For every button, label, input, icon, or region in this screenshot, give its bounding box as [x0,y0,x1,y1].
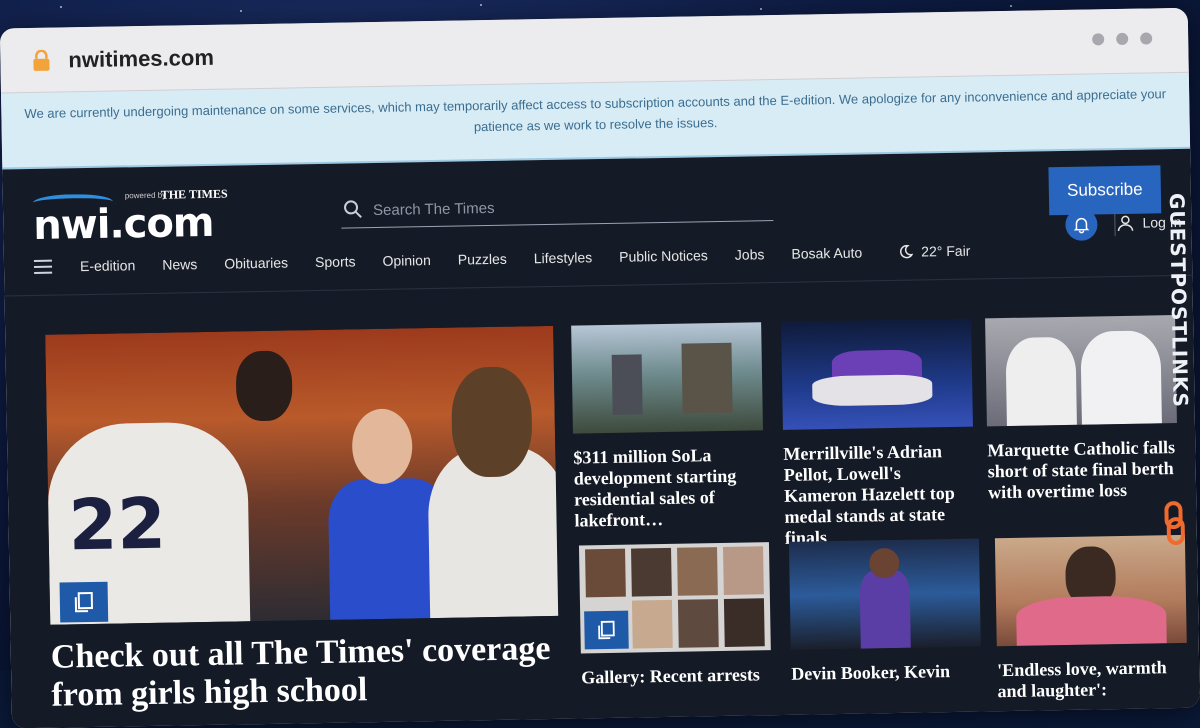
times-logo-text: THE TIMES [160,186,228,202]
nav-item-sports[interactable]: Sports [315,253,356,270]
story-image [788,538,981,650]
watermark-text: GUESTPOSTLINKS [1164,192,1193,409]
moon-icon [900,244,914,259]
story-headline[interactable]: Merrillville's Adrian Pellot, Lowell's K… [783,441,975,549]
building-shape [681,342,733,414]
nav-item-bosak-auto[interactable]: Bosak Auto [791,245,862,262]
hero-image[interactable]: 22 [45,325,559,625]
story-image [571,322,763,434]
nav-item-lifestyles[interactable]: Lifestyles [534,249,593,266]
story-headline[interactable]: $311 million SoLa development starting r… [573,444,764,531]
search-icon [344,200,362,218]
gallery-icon [74,591,94,613]
nav-item-puzzles[interactable]: Puzzles [458,251,507,268]
nav-item-e-edition[interactable]: E-edition [80,257,136,274]
lock-icon [33,49,50,71]
weather-text: 22° Fair [921,242,971,260]
weather-widget[interactable]: 22° Fair [899,242,971,260]
story-card[interactable]: Devin Booker, Kevin [788,538,981,685]
jersey-number-graphic: 22 [67,482,167,567]
bell-icon [1073,217,1090,234]
search-input[interactable] [370,190,756,224]
nav-item-jobs[interactable]: Jobs [735,246,765,263]
player-hair-shape [450,366,533,478]
player-shape [859,569,911,649]
link-icon [1164,501,1185,546]
story-card[interactable]: Merrillville's Adrian Pellot, Lowell's K… [781,318,975,549]
story-headline[interactable]: Devin Booker, Kevin [791,660,981,684]
story-image [985,315,1177,427]
search-bar[interactable] [340,186,774,229]
nav-item-obituaries[interactable]: Obituaries [224,255,288,272]
player-shape [1005,336,1077,427]
window-controls [1092,32,1153,46]
player-shape [1080,330,1162,425]
story-image [781,318,973,430]
window-dot-icon[interactable] [1140,32,1153,45]
subscribe-button[interactable]: Subscribe [1048,165,1162,216]
children-shape [1015,595,1167,646]
site-page: nwi.com powered by THE TIMES Subscribe E… [2,148,1200,728]
window-dot-icon[interactable] [1092,33,1105,46]
mugshot-shape [631,599,673,649]
gallery-badge[interactable] [584,610,629,650]
story-card[interactable]: 'Endless love, warmth and laughter': [994,534,1188,702]
building-shape [611,354,643,415]
menu-icon[interactable] [33,259,53,274]
story-image [578,542,771,654]
story-card[interactable]: Gallery: Recent arrests [578,542,771,688]
mugshot-shape [677,599,719,648]
mugshot-shape [585,548,626,598]
window-dot-icon[interactable] [1116,32,1129,46]
player-head-shape [235,350,293,422]
nav-item-news[interactable]: News [162,256,197,273]
mugshot-shape [723,546,764,595]
guestpostlinks-watermark: GUESTPOSTLINKS [1155,193,1193,546]
story-headline[interactable]: 'Endless love, warmth and laughter': [997,657,1188,702]
mugshot-shape [631,547,672,597]
logo-text: nwi.com [32,199,214,249]
story-image [994,534,1187,647]
mugshot-shape [677,547,718,596]
story-card[interactable]: Marquette Catholic falls short of state … [985,315,1178,503]
gallery-badge[interactable] [59,581,109,623]
gallery-icon [598,620,615,640]
story-headline[interactable]: Gallery: Recent arrests [581,664,771,688]
url-text[interactable]: nwitimes.com [68,45,214,74]
browser-window: nwitimes.com We are currently undergoing… [0,7,1200,728]
mugshot-shape [723,598,765,647]
nav-item-opinion[interactable]: Opinion [382,252,431,269]
hero-headline[interactable]: Check out all The Times' coverage from g… [51,630,572,715]
wrestler-shape [812,374,933,407]
story-card[interactable]: $311 million SoLa development starting r… [571,322,765,531]
user-icon [1117,215,1134,232]
nav-item-public-notices[interactable]: Public Notices [619,247,708,265]
story-headline[interactable]: Marquette Catholic falls short of state … [987,437,1178,503]
